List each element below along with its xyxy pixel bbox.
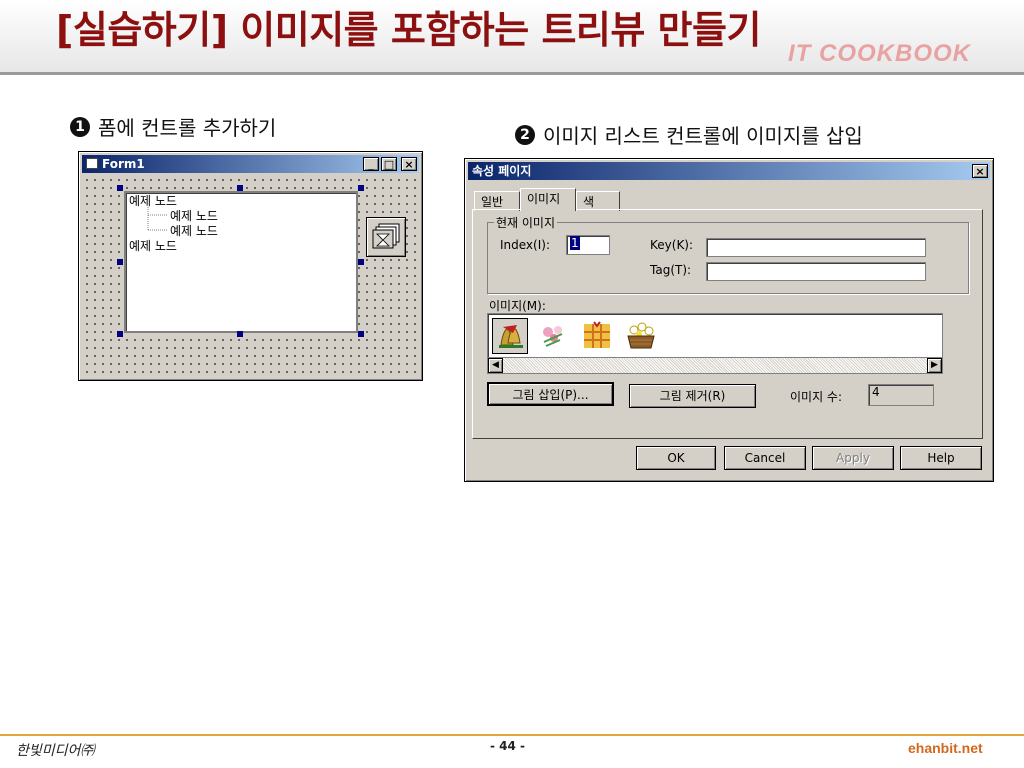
close-button[interactable]: × (401, 157, 417, 171)
imagelist-icon (372, 223, 400, 249)
step-2-number: 2 (515, 124, 535, 145)
tab-general[interactable]: 일반 (474, 191, 520, 211)
help-button[interactable]: Help (900, 446, 982, 470)
minimize-button[interactable]: _ (363, 157, 379, 171)
index-label: Index(I): (500, 238, 550, 252)
treeview-control[interactable]: 예제 노드 예제 노드 예제 노드 예제 노드 (124, 191, 358, 333)
remove-picture-button[interactable]: 그림 제거(R) (629, 384, 756, 408)
cancel-button[interactable]: Cancel (724, 446, 806, 470)
basket-icon (627, 322, 655, 349)
selection-handle[interactable] (117, 185, 123, 191)
step-1-text: 폼에 컨트롤 추가하기 (98, 116, 277, 140)
selection-handle[interactable] (237, 331, 243, 337)
selection-handle[interactable] (358, 185, 364, 191)
insert-picture-button[interactable]: 그림 삽입(P)... (487, 382, 614, 406)
form1-title: Form1 (102, 157, 145, 171)
images-label: 이미지(M): (489, 299, 546, 313)
tag-field[interactable] (706, 262, 926, 281)
dialog-title: 속성 페이지 (472, 164, 532, 178)
tag-label: Tag(T): (650, 263, 692, 277)
gifts-icon (584, 321, 610, 348)
image-list-scrollbar[interactable]: ◀ ▶ (487, 357, 943, 374)
scroll-left-icon[interactable]: ◀ (488, 358, 503, 373)
image-bells-thumb[interactable] (492, 318, 528, 354)
page-number: - 44 - (490, 739, 526, 753)
footer-rule (0, 734, 1024, 736)
selection-handle[interactable] (117, 331, 123, 337)
ok-button[interactable]: OK (636, 446, 716, 470)
selection-handle[interactable] (117, 259, 123, 265)
selection-handle[interactable] (237, 185, 243, 191)
image-flowers-thumb[interactable] (536, 318, 572, 354)
imagelist-component-icon[interactable] (366, 217, 406, 257)
tree-node-root[interactable]: 예제 노드 (129, 239, 177, 254)
key-label: Key(K): (650, 238, 694, 252)
footer-publisher: 한빛미디어㈜ (16, 743, 95, 759)
tree-lines (147, 207, 168, 231)
tab-images[interactable]: 이미지 (520, 188, 576, 211)
maximize-button[interactable]: □ (381, 157, 397, 171)
image-list-strip[interactable] (487, 313, 943, 358)
step-1-number: 1 (70, 116, 90, 137)
scroll-right-icon[interactable]: ▶ (927, 358, 942, 373)
selection-handle[interactable] (358, 331, 364, 337)
dialog-titlebar[interactable]: 속성 페이지 × (468, 162, 990, 180)
key-field[interactable] (706, 238, 926, 257)
dialog-close-button[interactable]: × (972, 164, 988, 178)
index-value: 1 (570, 236, 580, 250)
footer-website: ehanbit.net (908, 740, 983, 756)
form1-titlebar[interactable]: Form1 _ □ × (82, 155, 419, 173)
form-icon (86, 158, 98, 169)
tree-node-child[interactable]: 예제 노드 (170, 224, 218, 239)
image-count-label: 이미지 수: (790, 390, 843, 404)
flowers-icon (543, 326, 563, 347)
tree-node-child[interactable]: 예제 노드 (170, 209, 218, 224)
slide-title: [실습하기] 이미지를 포함하는 트리뷰 만들기 (56, 8, 761, 52)
group-label: 현재 이미지 (494, 214, 558, 231)
apply-button[interactable]: Apply (812, 446, 894, 470)
header-rule (0, 72, 1024, 75)
image-count-field: 4 (868, 384, 934, 406)
brand-logo: IT COOKBOOK (788, 40, 971, 67)
bells-icon (499, 325, 523, 348)
selection-handle[interactable] (358, 259, 364, 265)
index-field[interactable]: 1 (566, 235, 610, 255)
step-2-caption: 2 이미지 리스트 컨트롤에 이미지를 삽입 (515, 120, 863, 149)
image-gifts-thumb[interactable] (580, 318, 616, 354)
current-image-group (487, 222, 969, 294)
tab-color[interactable]: 색 (576, 191, 620, 211)
step-1-caption: 1 폼에 컨트롤 추가하기 (70, 112, 276, 141)
step-2-text: 이미지 리스트 컨트롤에 이미지를 삽입 (543, 124, 863, 148)
image-basket-thumb[interactable] (624, 318, 660, 354)
